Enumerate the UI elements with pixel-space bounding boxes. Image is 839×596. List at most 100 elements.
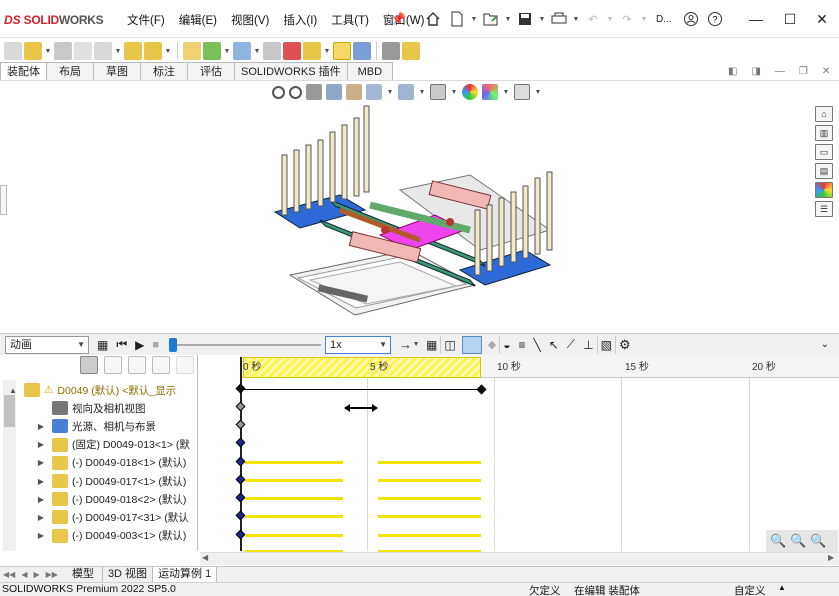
- tab-layout[interactable]: 布局: [46, 62, 94, 80]
- update-speedpak-icon[interactable]: [353, 42, 371, 60]
- menu-edit[interactable]: 编辑(E): [172, 12, 224, 28]
- reference-geometry-icon[interactable]: [233, 42, 251, 60]
- new-motion-study-icon[interactable]: [263, 42, 281, 60]
- filter-results-icon[interactable]: [152, 356, 170, 374]
- panel-splitter-handle[interactable]: [0, 185, 7, 215]
- mate-icon[interactable]: [54, 42, 72, 60]
- chevron-down-icon[interactable]: ▼: [114, 48, 122, 55]
- expand-arrow-icon[interactable]: ▶: [36, 422, 46, 431]
- component-motion-bar[interactable]: [378, 534, 481, 537]
- tab-solidworks-addins[interactable]: SOLIDWORKS 插件: [234, 62, 348, 80]
- animation-wizard-icon[interactable]: ◫: [444, 338, 455, 352]
- menu-insert[interactable]: 插入(I): [276, 12, 324, 28]
- smart-fasteners-icon[interactable]: [124, 42, 142, 60]
- expand-arrow-icon[interactable]: ▶: [36, 477, 46, 486]
- tab-evaluate[interactable]: 评估: [187, 62, 235, 80]
- save-icon[interactable]: [514, 8, 536, 30]
- doc-minimize-icon[interactable]: —: [775, 66, 785, 77]
- component-motion-bar[interactable]: [245, 479, 343, 482]
- bill-of-materials-icon[interactable]: [283, 42, 301, 60]
- tree-scroll-thumb[interactable]: [4, 395, 15, 427]
- insert-component-icon[interactable]: [24, 42, 42, 60]
- maximize-button[interactable]: ☐: [775, 6, 805, 32]
- print-icon[interactable]: [548, 8, 570, 30]
- chevron-down-icon[interactable]: ▼: [470, 16, 478, 23]
- collapse-arrow-icon[interactable]: ▲: [8, 386, 18, 395]
- force-icon[interactable]: ↖: [549, 338, 559, 352]
- custom-properties-icon[interactable]: ☰: [815, 201, 833, 217]
- collapse-motion-manager-icon[interactable]: ⌄: [821, 339, 829, 350]
- expand-arrow-icon[interactable]: ▶: [36, 495, 46, 504]
- menu-tools[interactable]: 工具(T): [324, 12, 376, 28]
- zoom-to-fit-timeline-icon[interactable]: 🔍: [770, 533, 786, 549]
- zoom-in-timeline-icon[interactable]: 🔍: [790, 533, 806, 549]
- take-snapshot-icon[interactable]: [382, 42, 400, 60]
- timeline-area[interactable]: [240, 378, 819, 551]
- menu-view[interactable]: 视图(V): [224, 12, 276, 28]
- tab-markup[interactable]: 标注: [140, 62, 188, 80]
- component-preview-icon[interactable]: [74, 42, 92, 60]
- stop-icon[interactable]: ■: [152, 339, 159, 351]
- component-motion-bar[interactable]: [378, 479, 481, 482]
- tab-mbd[interactable]: MBD: [346, 62, 394, 80]
- overflow-label[interactable]: D...: [656, 14, 672, 25]
- tree-row[interactable]: ▲ ⚠ D0049 (默认) <默认_显示: [8, 381, 206, 399]
- apply-scene-icon[interactable]: [482, 84, 498, 100]
- chevron-down-icon[interactable]: ▼: [412, 341, 420, 348]
- menu-file[interactable]: 文件(F): [120, 12, 172, 28]
- tab-model[interactable]: 模型: [64, 566, 103, 583]
- chevron-down-icon[interactable]: ▼: [323, 48, 331, 55]
- tab-sketch[interactable]: 草图: [93, 62, 141, 80]
- undo-icon[interactable]: ↶: [582, 8, 604, 30]
- move-component-icon[interactable]: [144, 42, 162, 60]
- chevron-down-icon[interactable]: ▼: [253, 48, 261, 55]
- help-icon[interactable]: ?: [704, 8, 726, 30]
- motor-icon[interactable]: ◒: [503, 338, 510, 352]
- calculate-icon[interactable]: ▦: [97, 338, 108, 352]
- assembly-features-icon[interactable]: [203, 42, 221, 60]
- tree-row[interactable]: ▶ (固定) D0049-013<1> (默: [36, 436, 234, 454]
- large-assembly-mode-icon[interactable]: [402, 42, 420, 60]
- doc-restore-icon[interactable]: ❐: [799, 66, 808, 77]
- tree-row[interactable]: ▶ (-) D0049-018<1> (默认): [36, 454, 234, 472]
- component-motion-bar[interactable]: [245, 534, 343, 537]
- pin-icon[interactable]: 📌: [391, 12, 406, 26]
- minimize-button[interactable]: —: [741, 6, 771, 32]
- filter-selected-icon[interactable]: [128, 356, 146, 374]
- home-dock-icon[interactable]: ⌂: [815, 106, 833, 122]
- playback-speed-select[interactable]: 1x ▼: [325, 335, 392, 354]
- component-motion-bar[interactable]: [245, 497, 343, 500]
- edit-appearance-icon[interactable]: [462, 84, 478, 100]
- spring-icon[interactable]: ≡: [518, 338, 525, 352]
- units-chevron-up-icon[interactable]: ▲: [778, 583, 786, 592]
- close-button[interactable]: ✕: [807, 6, 837, 32]
- tree-row[interactable]: ▶ (-) D0049-018<2> (默认): [36, 490, 234, 508]
- filter-driving-icon[interactable]: [104, 356, 122, 374]
- parts-library-icon[interactable]: ▥: [815, 125, 833, 141]
- tab-nav-first-icon[interactable]: ◀◀: [0, 570, 18, 579]
- new-document-icon[interactable]: [446, 8, 468, 30]
- play-from-start-icon[interactable]: ⏮: [116, 337, 127, 352]
- view-palette-icon[interactable]: ▤: [815, 163, 833, 179]
- add-key-icon[interactable]: ◆: [488, 338, 496, 351]
- tab-nav-next-icon[interactable]: ▶: [30, 570, 42, 579]
- results-plots-icon[interactable]: ▧: [601, 338, 612, 352]
- tree-row[interactable]: ▶ (-) D0049-017<31> (默认: [36, 508, 234, 526]
- expand-arrow-icon[interactable]: ▶: [36, 513, 46, 522]
- chevron-down-icon[interactable]: ▼: [606, 16, 614, 23]
- zoom-to-fit-icon[interactable]: [272, 85, 285, 99]
- show-hidden-components-icon[interactable]: [183, 42, 201, 60]
- chevron-down-icon[interactable]: ▼: [502, 89, 510, 96]
- expand-arrow-icon[interactable]: ▶: [36, 531, 46, 540]
- chevron-down-icon[interactable]: ▼: [572, 16, 580, 23]
- dock-right-icon[interactable]: ◨: [751, 66, 760, 77]
- tree-row[interactable]: ▶ 光源、相机与布景: [36, 417, 234, 435]
- hide-show-icon[interactable]: [430, 84, 446, 100]
- chevron-down-icon[interactable]: ▼: [504, 16, 512, 23]
- chevron-down-icon[interactable]: ▼: [44, 48, 52, 55]
- timeline-scroll-right-icon[interactable]: ▶: [828, 553, 834, 562]
- component-motion-bar[interactable]: [245, 461, 343, 464]
- exploded-view-icon[interactable]: [303, 42, 321, 60]
- appearances-icon[interactable]: [815, 182, 833, 198]
- damper-icon[interactable]: ╲: [533, 338, 540, 352]
